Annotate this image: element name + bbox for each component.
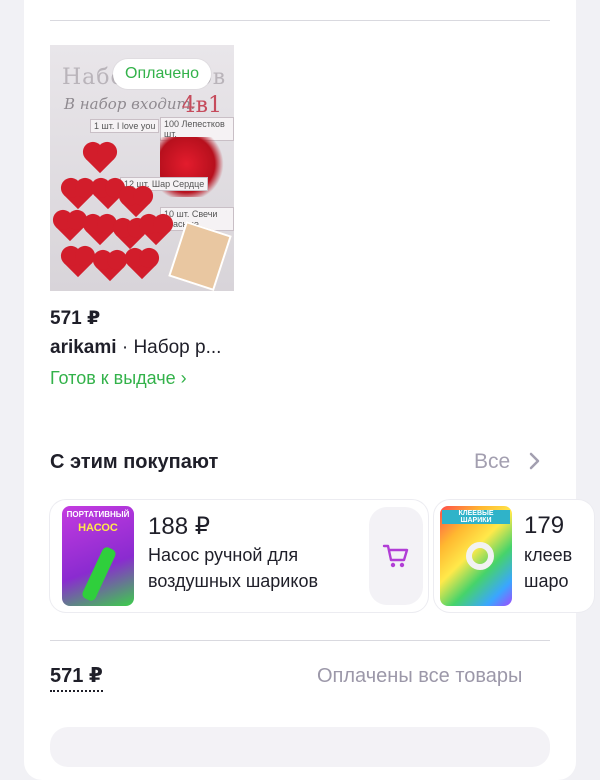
heart-icon (95, 252, 125, 282)
product-image-subtitle: В набор входит: (64, 95, 196, 113)
recommendation-card[interactable]: КЛЕЕВЫЕ ШАРИКИ 179 клеев шаро (434, 500, 594, 612)
recommendation-name: клеев шаро (524, 542, 572, 594)
heart-icon (55, 212, 85, 242)
heart-icon (63, 180, 93, 210)
separator: · (116, 337, 134, 358)
recommendation-name-line: воздушных шариков (148, 571, 319, 591)
paid-badge: Оплачено (113, 59, 211, 89)
product-seller-line[interactable]: arikami · Набор р... (50, 337, 221, 359)
chevron-right-icon[interactable] (528, 450, 542, 478)
heart-icon (141, 216, 171, 246)
product-image-label: 1 шт. I love you (90, 119, 160, 133)
thumbnail-label: КЛЕЕВЫЕ ШАРИКИ (442, 510, 510, 524)
cart-icon (382, 544, 409, 568)
recommendation-name-line: клеев (524, 545, 573, 565)
tape-roll-graphic (466, 542, 494, 570)
heart-icon (63, 248, 93, 278)
product-price: 571 ₽ (50, 308, 101, 329)
recommendation-price: 179 (524, 512, 565, 539)
recommendation-name: Насос ручной для воздушных шариков (148, 542, 318, 594)
see-all-link[interactable]: Все (474, 450, 510, 474)
candles-pack-graphic (168, 221, 232, 291)
order-total[interactable]: 571 ₽ (50, 663, 103, 692)
action-button[interactable] (50, 727, 550, 767)
thumbnail-label: НАСОС (78, 522, 118, 534)
heart-icon (85, 216, 115, 246)
product-name: Набор р... (133, 337, 222, 358)
product-image-variant: 4в1 (181, 93, 222, 118)
seller-name: arikami (50, 337, 117, 358)
recommendation-card[interactable]: ПОРТАТИВНЫЙ НАСОС 188 ₽ Насос ручной для… (50, 500, 428, 612)
add-to-cart-button[interactable] (369, 507, 423, 605)
pump-graphic (80, 545, 118, 603)
product-thumbnail: ПОРТАТИВНЫЙ НАСОС (62, 506, 134, 606)
heart-icon (127, 250, 157, 280)
payment-status: Оплачены все товары (317, 665, 523, 687)
pickup-status-link[interactable]: Готов к выдаче › (50, 368, 187, 389)
divider (50, 640, 550, 641)
heart-icon (85, 144, 115, 174)
divider (50, 20, 550, 21)
recommendation-name-line: шаро (524, 571, 569, 591)
recommendation-price: 188 ₽ (148, 513, 210, 540)
thumbnail-label: ПОРТАТИВНЫЙ (66, 510, 130, 519)
section-title: С этим покупают (50, 451, 219, 473)
product-thumbnail: КЛЕЕВЫЕ ШАРИКИ (440, 506, 512, 606)
recommendation-name-line: Насос ручной для (148, 545, 299, 565)
